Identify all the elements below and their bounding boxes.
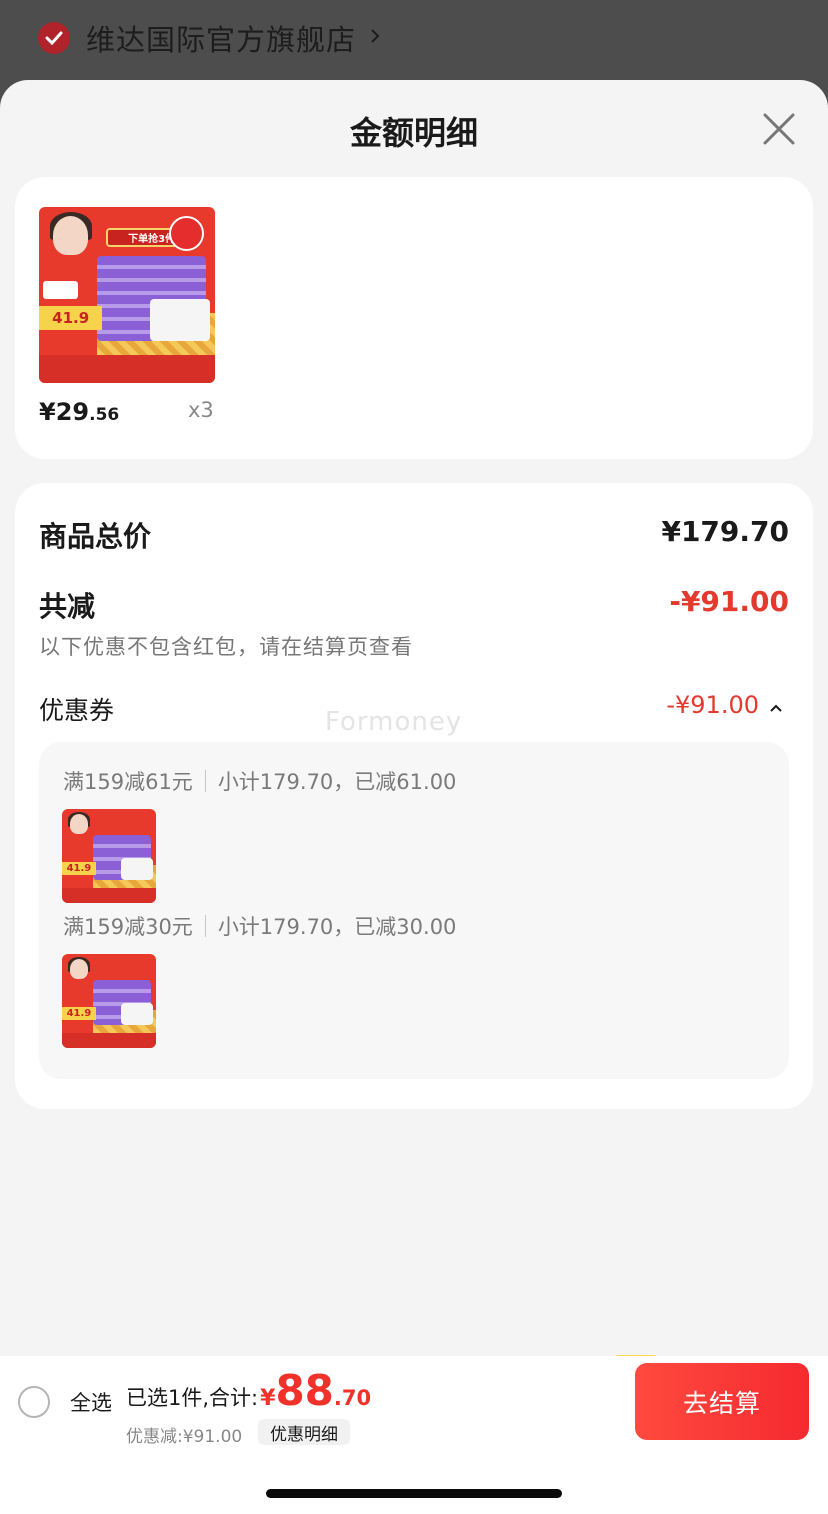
product-quantity: x3 bbox=[188, 398, 214, 422]
sheet-title: 金额明细 bbox=[349, 114, 478, 152]
store-name[interactable]: 维达国际官方旗舰店 bbox=[86, 17, 356, 59]
divider bbox=[204, 770, 206, 792]
coupon-product-thumbnail: 41.9 bbox=[62, 954, 156, 1048]
price-detail-card: 商品总价 ¥179.70 共减 -¥91.00 以下优惠不包含红包，请在结算页查… bbox=[15, 483, 813, 1109]
chevron-up-icon[interactable] bbox=[769, 691, 783, 719]
thumb-price: 41.9 bbox=[39, 305, 103, 331]
product-price-decimal: .56 bbox=[89, 405, 120, 425]
coupon-rule-row: 满159减30元 小计179.70，已减30.00 bbox=[63, 911, 456, 941]
product-card: 下单抢3件 41.9 ¥29.56 x3 bbox=[15, 177, 813, 459]
coupon-value: -¥91.00 bbox=[666, 691, 759, 719]
thumb-price: 41.9 bbox=[62, 1006, 96, 1020]
close-icon[interactable] bbox=[760, 110, 798, 148]
coupon-rule: 满159减30元 bbox=[63, 915, 193, 939]
amount-detail-sheet: 金额明细 下单抢3件 41.9 ¥29.56 x3 商品总价 ¥179.70 共… bbox=[0, 80, 828, 1514]
total-value: ¥179.70 bbox=[661, 515, 789, 548]
chevron-right-icon[interactable] bbox=[370, 28, 380, 48]
coupon-detail: 小计179.70，已减61.00 bbox=[217, 770, 457, 794]
coupon-breakdown: 满159减61元 小计179.70，已减61.00 41.9 满159减30元 … bbox=[39, 742, 789, 1079]
coupon-detail: 小计179.70，已减30.00 bbox=[217, 915, 457, 939]
total-decimal: .70 bbox=[333, 1386, 372, 1410]
total-integer: 88 bbox=[275, 1366, 334, 1415]
divider bbox=[204, 915, 206, 937]
coupon-label: 优惠券 bbox=[39, 696, 115, 725]
discount-detail-button[interactable]: 优惠明细 bbox=[258, 1419, 350, 1445]
home-indicator[interactable] bbox=[266, 1489, 562, 1498]
order-summary: 已选1件,合计: ¥ 88 .70 bbox=[126, 1366, 371, 1415]
product-price: ¥29.56 bbox=[39, 398, 119, 426]
watermark: Formoney bbox=[325, 707, 463, 737]
saved-amount: 优惠减:¥91.00 bbox=[126, 1427, 243, 1447]
coupon-toggle[interactable]: -¥91.00 bbox=[666, 691, 783, 719]
selected-text: 已选1件,合计: bbox=[126, 1386, 259, 1410]
select-all-label[interactable]: 全选 bbox=[70, 1387, 112, 1417]
total-label: 商品总价 bbox=[39, 520, 152, 553]
select-all-radio[interactable] bbox=[18, 1386, 50, 1418]
coupon-rule: 满159减61元 bbox=[63, 770, 193, 794]
thumb-price: 41.9 bbox=[62, 861, 96, 875]
product-price-main: ¥29 bbox=[39, 398, 90, 426]
coupon-product-thumbnail: 41.9 bbox=[62, 809, 156, 903]
total-currency: ¥ bbox=[260, 1386, 276, 1411]
discount-note: 以下优惠不包含红包，请在结算页查看 bbox=[39, 635, 413, 659]
product-thumbnail[interactable]: 下单抢3件 41.9 bbox=[39, 207, 215, 383]
discount-value: -¥91.00 bbox=[669, 585, 789, 618]
checkout-button[interactable]: 去结算 bbox=[635, 1363, 809, 1440]
check-circle-icon[interactable] bbox=[38, 22, 70, 54]
store-row[interactable]: 维达国际官方旗舰店 bbox=[38, 18, 380, 58]
coupon-rule-row: 满159减61元 小计179.70，已减61.00 bbox=[63, 766, 456, 796]
home-indicator-area bbox=[0, 1448, 828, 1514]
check-badge-icon bbox=[169, 215, 205, 251]
discount-label: 共减 bbox=[39, 590, 96, 623]
